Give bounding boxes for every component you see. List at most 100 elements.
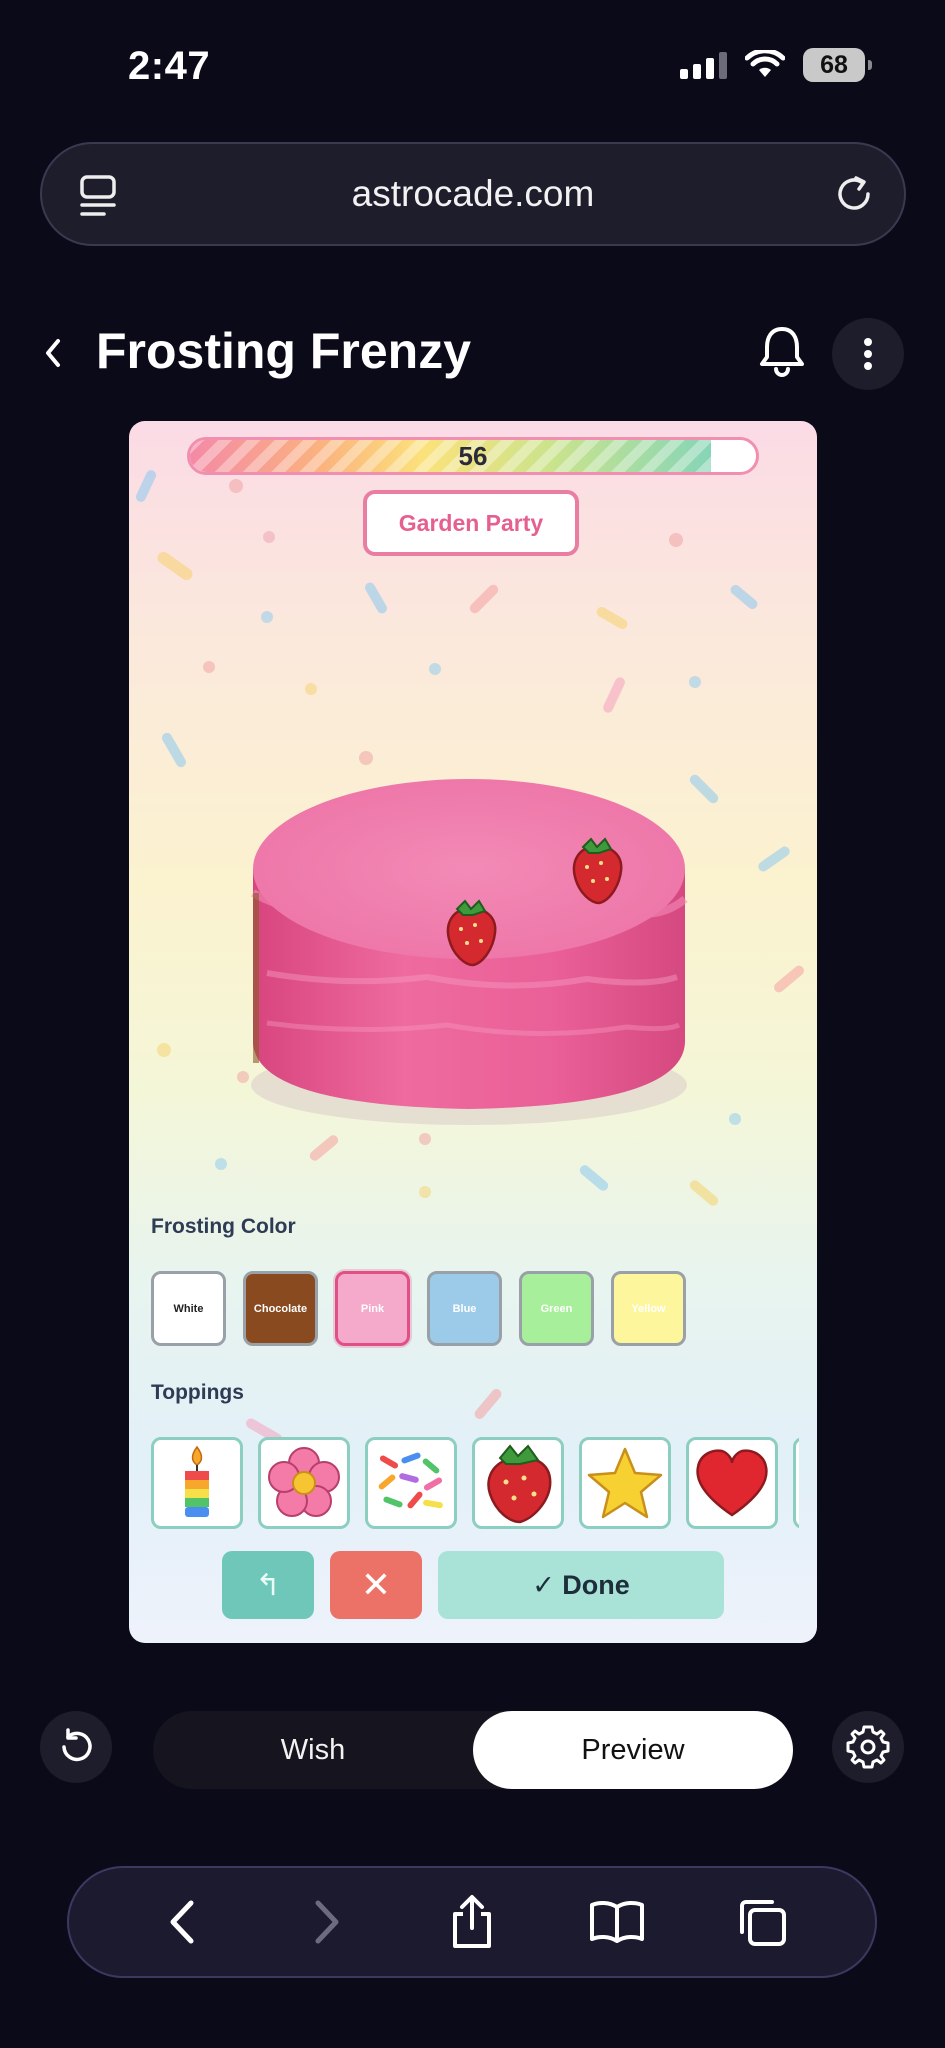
sprinkle-decoration [601, 675, 627, 715]
topping-flower[interactable] [258, 1437, 350, 1529]
sprinkle-decoration [577, 1163, 611, 1193]
wifi-icon [745, 50, 785, 77]
settings-button[interactable] [832, 1711, 904, 1783]
browser-back-button[interactable] [150, 1890, 214, 1954]
sprinkle-dot [359, 751, 373, 765]
event-badge: Garden Party [363, 490, 579, 556]
sprinkle-decoration [155, 549, 195, 583]
sprinkle-decoration [594, 605, 630, 631]
game-canvas[interactable]: 56 Garden Party Frosting Color White Cho… [129, 421, 817, 1643]
swatch-yellow[interactable]: Yellow [611, 1271, 686, 1346]
swatch-green[interactable]: Green [519, 1271, 594, 1346]
sprinkle-dot [689, 676, 701, 688]
sprinkle-dot [305, 683, 317, 695]
sprinkle-dot [729, 1113, 741, 1125]
topping-sprinkles[interactable] [365, 1437, 457, 1529]
back-icon[interactable] [40, 335, 66, 371]
swatch-label: Pink [360, 1302, 385, 1315]
sprinkle-dot [419, 1133, 431, 1145]
progress-value: 56 [458, 440, 488, 471]
swatch-chocolate[interactable]: Chocolate [243, 1271, 318, 1346]
topping-heart[interactable] [686, 1437, 778, 1529]
gear-icon [846, 1725, 890, 1769]
strawberry-icon [487, 1444, 552, 1524]
status-time: 2:47 [128, 44, 211, 88]
swatch-blue[interactable]: Blue [427, 1271, 502, 1346]
heart-icon [696, 1449, 768, 1517]
wish-tab[interactable]: Wish [153, 1711, 473, 1789]
address-bar[interactable]: astrocade.com [40, 142, 906, 246]
sprinkle-decoration [363, 580, 389, 616]
chevron-right-icon [315, 1900, 339, 1944]
swatch-label: Green [540, 1302, 573, 1315]
sprinkle-decoration [472, 1386, 504, 1422]
sprinkle-dot [157, 1043, 171, 1057]
swatch-label: White [173, 1302, 204, 1315]
book-icon [590, 1900, 645, 1943]
sprinkle-dot [229, 479, 243, 493]
sprinkle-decoration [307, 1133, 341, 1163]
share-button[interactable] [440, 1890, 504, 1954]
sprinkle-dot [263, 531, 275, 543]
tab-overview-icon[interactable] [78, 174, 118, 218]
browser-toolbar [67, 1866, 877, 1978]
topping-star[interactable] [579, 1437, 671, 1529]
sprinkle-decoration [687, 772, 721, 806]
chevron-left-icon [170, 1900, 194, 1944]
share-icon [452, 1895, 491, 1948]
sprinkle-decoration [771, 963, 807, 995]
status-icons: 68 [680, 48, 872, 82]
page-title: Frosting Frenzy [96, 323, 472, 379]
reload-icon[interactable] [832, 172, 876, 216]
sprinkle-dot [261, 611, 273, 623]
cake-illustration[interactable] [247, 773, 691, 1133]
sprinkle-decoration [756, 844, 792, 874]
sprinkle-dot [669, 533, 683, 547]
clear-button[interactable]: ✕ [330, 1551, 422, 1619]
frosting-color-options: White Chocolate Pink Blue Green Yellow [151, 1271, 686, 1346]
cake-sponge-edge [253, 893, 259, 1063]
restart-icon [62, 1728, 92, 1762]
cellular-signal-icon [680, 51, 727, 79]
topping-more[interactable] [793, 1437, 799, 1529]
sprinkle-dot [203, 661, 215, 673]
tabs-button[interactable] [730, 1890, 794, 1954]
more-vertical-icon [864, 338, 872, 370]
action-buttons: ↰ ✕ ✓ Done [222, 1551, 724, 1619]
swatch-label: Yellow [631, 1302, 666, 1315]
topping-strawberry[interactable] [472, 1437, 564, 1529]
toppings-list[interactable] [151, 1437, 799, 1531]
sprinkle-decoration [160, 731, 188, 769]
sprinkle-dot [215, 1158, 227, 1170]
progress-bar: 56 [187, 437, 759, 475]
swatch-label: Chocolate [253, 1302, 308, 1315]
more-options-button[interactable] [832, 318, 904, 390]
sprinkle-decoration [467, 582, 501, 616]
flower-icon [268, 1447, 340, 1517]
sprinkle-dot [419, 1186, 431, 1198]
sprinkles-icon [378, 1452, 443, 1509]
bookmarks-button[interactable] [585, 1890, 649, 1954]
undo-button[interactable]: ↰ [222, 1551, 314, 1619]
restart-button[interactable] [40, 1711, 112, 1783]
mode-toggle: Wish Preview [153, 1711, 793, 1789]
sprinkle-decoration [134, 468, 158, 504]
toppings-label: Toppings [151, 1381, 244, 1404]
swatch-white[interactable]: White [151, 1271, 226, 1346]
bell-icon[interactable] [756, 323, 808, 379]
url-text[interactable]: astrocade.com [352, 173, 595, 215]
browser-forward-button[interactable] [295, 1890, 359, 1954]
frosting-color-label: Frosting Color [151, 1215, 296, 1238]
tabs-icon [740, 1900, 787, 1946]
sprinkle-decoration [728, 582, 760, 612]
star-icon [587, 1447, 663, 1519]
swatch-pink[interactable]: Pink [335, 1271, 410, 1346]
done-button[interactable]: ✓ Done [438, 1551, 724, 1619]
preview-tab[interactable]: Preview [473, 1711, 793, 1789]
swatch-label: Blue [452, 1302, 477, 1315]
sprinkle-dot [429, 663, 441, 675]
battery-icon: 68 [803, 48, 872, 82]
candle-icon [185, 1445, 209, 1517]
sprinkle-decoration [687, 1178, 721, 1208]
topping-candle[interactable] [151, 1437, 243, 1529]
